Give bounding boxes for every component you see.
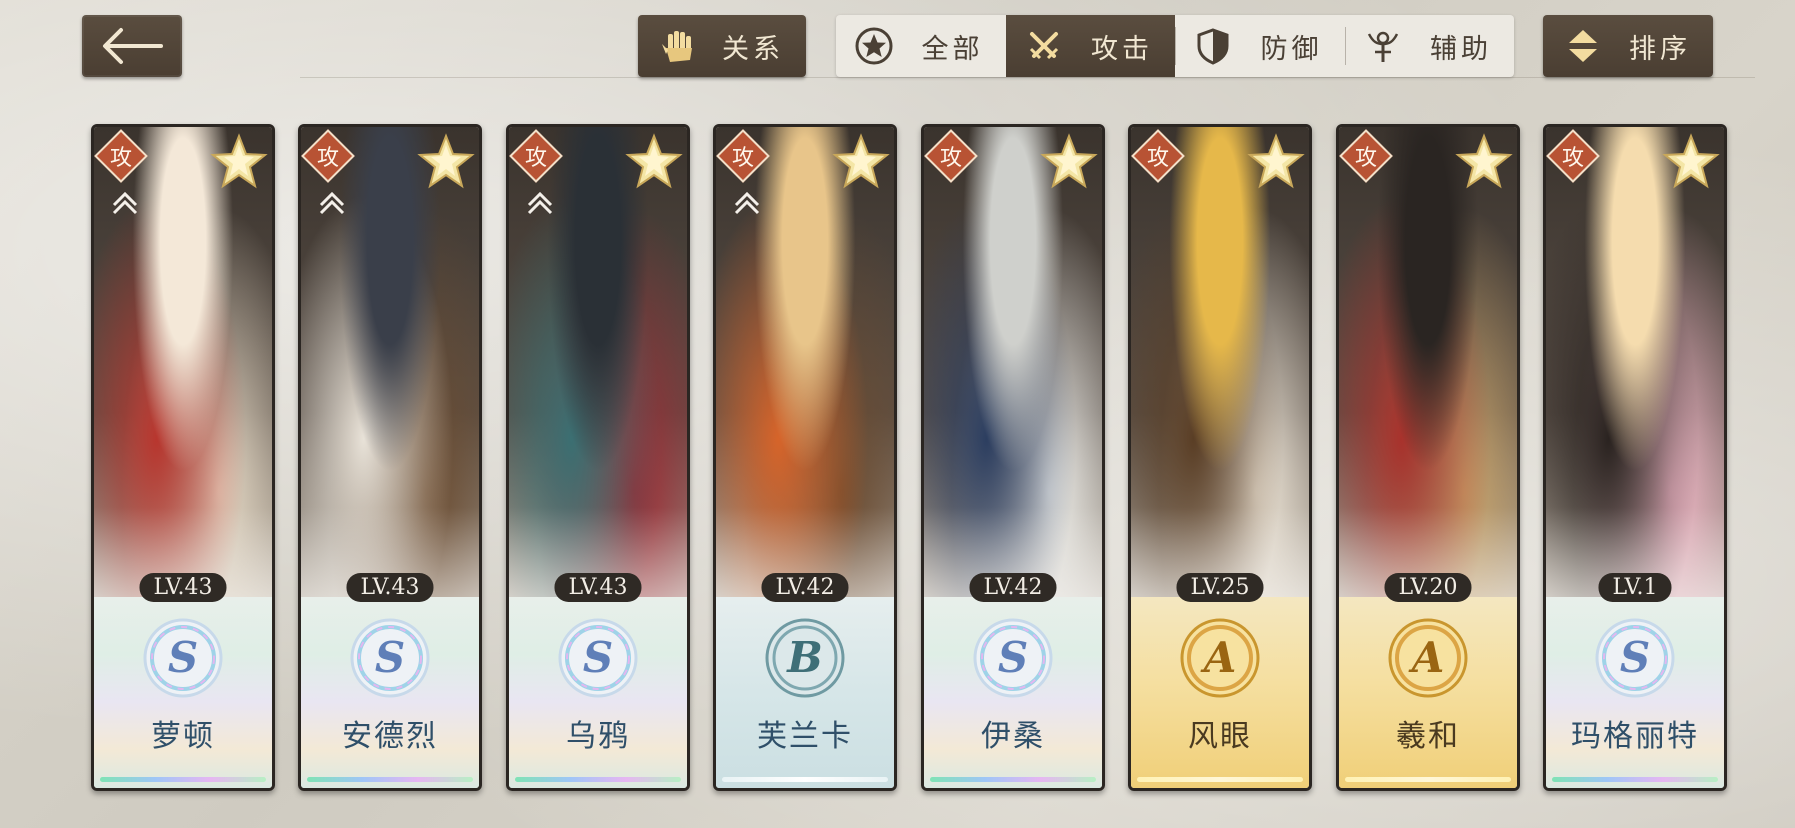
character-name: 芙兰卡 [757,719,853,754]
svg-text:S: S [998,633,1028,682]
character-name: 羲和 [1396,719,1460,754]
level-badge: LV.42 [969,573,1057,602]
type-label: 攻 [524,146,547,171]
character-card[interactable]: 攻 LV.43 S 安德烈 [298,124,482,791]
star-icon [417,133,475,189]
svg-text:A: A [1408,633,1445,682]
character-card[interactable]: 攻 LV.1 S 玛格丽特 [1543,124,1727,791]
type-label: 攻 [1561,146,1584,171]
relation-label: 关系 [722,33,784,65]
sort-button[interactable]: 排序 [1543,15,1713,77]
character-name: 萝顿 [151,719,215,754]
type-label: 攻 [1146,146,1169,171]
character-name: 乌鸦 [566,719,630,754]
rarity-bar [1345,777,1511,782]
role-filter-tabs: 全部 攻击 防御 辅助 [836,15,1514,77]
svg-text:B: B [786,633,823,682]
type-label: 攻 [316,146,339,171]
type-label: 攻 [731,146,754,171]
svg-text:S: S [168,633,198,682]
type-label: 攻 [1354,146,1377,171]
link-icon [734,191,760,215]
level-badge: LV.43 [139,573,227,602]
character-card[interactable]: 攻 LV.20 A 羲和 [1336,124,1520,791]
crossed-swords-icon [1014,26,1074,66]
link-icon [527,191,553,215]
level-badge: LV.20 [1384,573,1472,602]
back-button[interactable] [82,15,182,77]
gauntlet-icon [650,26,706,66]
character-name: 风眼 [1188,719,1252,754]
character-card[interactable]: 攻 LV.42 S 伊桑 [921,124,1105,791]
type-label: 攻 [939,146,962,171]
star-icon [1455,133,1513,189]
rank-b-icon: B [765,618,845,698]
arrow-left-icon [103,28,163,64]
rarity-bar [930,777,1096,782]
rarity-bar [1137,777,1303,782]
level-badge: LV.25 [1176,573,1264,602]
star-icon [1040,133,1098,189]
tab-support[interactable]: 辅助 [1344,15,1515,77]
star-icon [1662,133,1720,189]
link-icon [319,191,345,215]
rank-s-icon: S [558,618,638,698]
star-icon [832,133,890,189]
sort-arrows-icon [1555,26,1611,66]
level-badge: LV.42 [761,573,849,602]
level-badge: LV.43 [346,573,434,602]
level-badge: LV.1 [1598,573,1672,602]
rank-a-icon: A [1180,618,1260,698]
svg-text:A: A [1200,633,1237,682]
link-icon [112,191,138,215]
header-divider [300,77,1755,78]
rank-s-icon: S [1595,618,1675,698]
rarity-bar [100,777,266,782]
star-circle-icon [844,26,904,66]
svg-text:S: S [583,633,613,682]
tab-defense[interactable]: 防御 [1175,15,1345,77]
rank-a-icon: A [1388,618,1468,698]
type-label: 攻 [109,146,132,171]
svg-text:S: S [1620,633,1650,682]
rarity-bar [722,777,888,782]
level-badge: LV.43 [554,573,642,602]
tab-all[interactable]: 全部 [836,15,1006,77]
rarity-bar [1552,777,1718,782]
rarity-bar [307,777,473,782]
character-card[interactable]: 攻 LV.25 A 风眼 [1128,124,1312,791]
character-name: 伊桑 [981,719,1045,754]
rarity-bar [515,777,681,782]
shield-icon [1183,26,1243,66]
character-name: 安德烈 [342,719,438,754]
star-icon [210,133,268,189]
character-name: 玛格丽特 [1571,719,1699,754]
rank-s-icon: S [973,618,1053,698]
rank-s-icon: S [350,618,430,698]
support-staff-icon [1353,26,1413,66]
character-card[interactable]: 攻 LV.43 S 萝顿 [91,124,275,791]
relation-button[interactable]: 关系 [638,15,806,77]
rank-s-icon: S [143,618,223,698]
sort-label: 排序 [1629,33,1691,65]
svg-text:S: S [375,633,405,682]
star-icon [625,133,683,189]
character-card[interactable]: 攻 LV.43 S 乌鸦 [506,124,690,791]
character-card[interactable]: 攻 LV.42 B 芙兰卡 [713,124,897,791]
tab-attack[interactable]: 攻击 [1005,15,1175,77]
star-icon [1247,133,1305,189]
